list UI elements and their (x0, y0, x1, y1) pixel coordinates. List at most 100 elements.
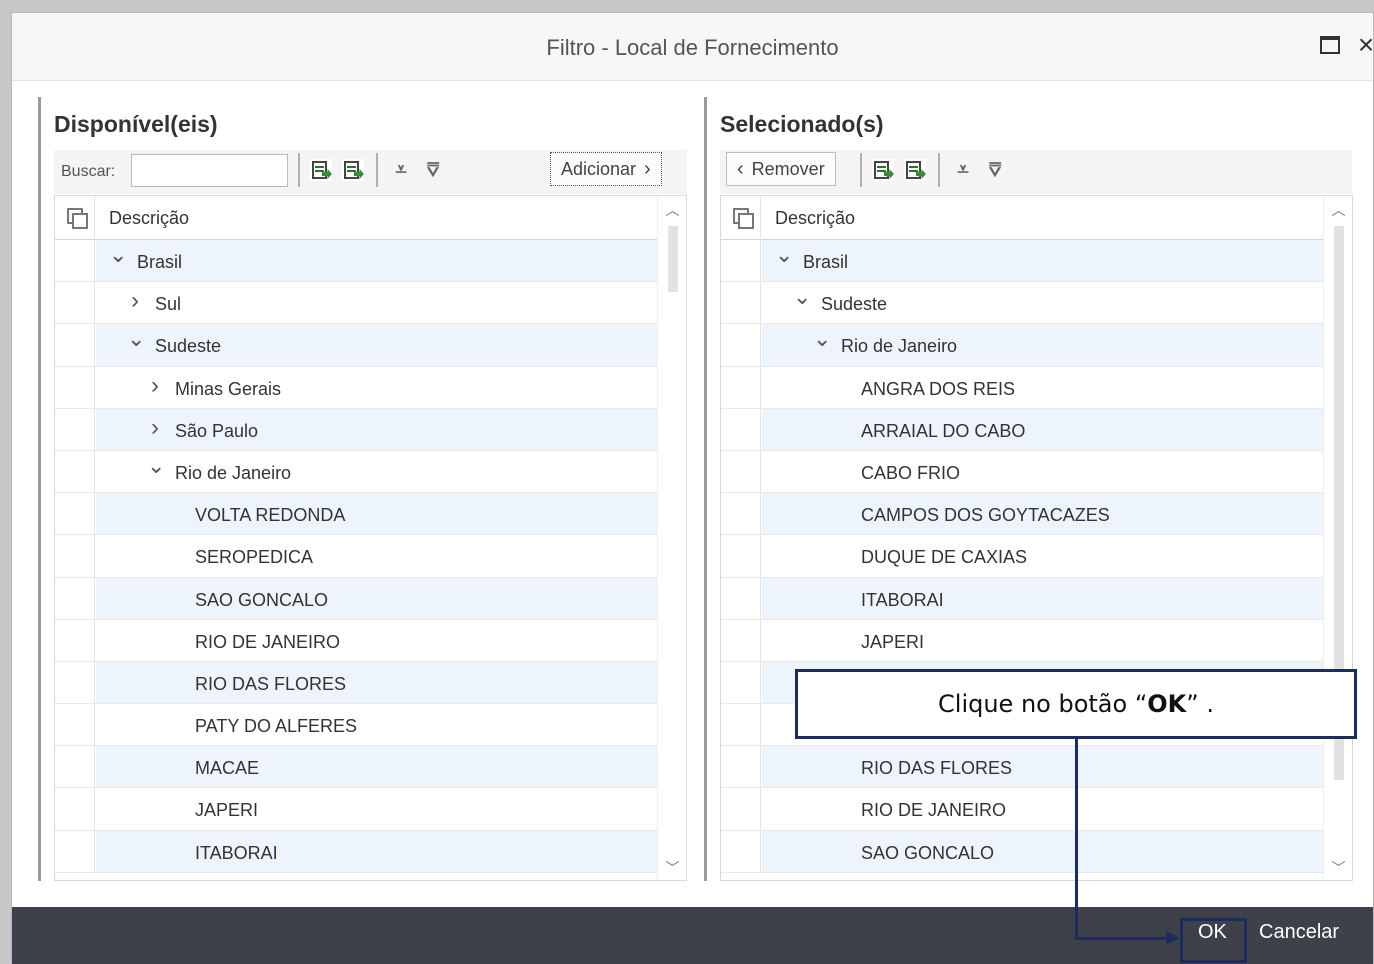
row-selector[interactable] (721, 240, 761, 282)
chevron-down-icon[interactable]: ⌄ (127, 326, 145, 352)
tree-row[interactable]: ITABORAI (55, 830, 657, 873)
export-icon[interactable] (872, 159, 894, 181)
row-selector[interactable] (721, 704, 761, 746)
description-cell[interactable] (762, 366, 1323, 408)
row-selector[interactable] (55, 535, 95, 577)
tree-row[interactable]: MACAE (55, 746, 657, 789)
row-selector[interactable] (55, 830, 95, 872)
description-cell[interactable] (762, 788, 1323, 830)
scroll-thumb[interactable] (668, 226, 678, 292)
description-cell[interactable] (96, 619, 657, 661)
chevron-down-icon[interactable]: ⌄ (147, 453, 165, 479)
description-cell[interactable] (762, 408, 1323, 450)
chevron-down-icon[interactable]: ⌄ (793, 284, 811, 310)
row-selector[interactable] (55, 493, 95, 535)
tree-row[interactable]: ⌄ Sudeste (55, 324, 657, 367)
row-selector[interactable] (55, 366, 95, 408)
tree-row[interactable]: ⌄ Rio de Janeiro (721, 324, 1323, 367)
cancel-button[interactable]: Cancelar (1259, 921, 1339, 944)
tree-row[interactable]: RIO DAS FLORES (721, 746, 1323, 789)
chevron-right-icon[interactable]: › (127, 287, 143, 315)
tree-row[interactable]: › Minas Gerais (55, 366, 657, 409)
expand-all-icon[interactable]: ⩡ (390, 159, 412, 181)
row-selector[interactable] (721, 282, 761, 324)
row-selector[interactable] (721, 788, 761, 830)
tree-row[interactable]: SAO GONCALO (55, 577, 657, 620)
row-selector[interactable] (55, 324, 95, 366)
tree-row[interactable]: CAMPOS DOS GOYTACAZES (721, 493, 1323, 536)
chevron-right-icon[interactable]: › (147, 414, 163, 442)
description-cell[interactable] (96, 746, 657, 788)
tree-row[interactable]: CABO FRIO (721, 450, 1323, 494)
tree-row[interactable]: VOLTA REDONDA (55, 493, 657, 536)
row-selector[interactable] (721, 408, 761, 450)
tree-row[interactable]: ⌄ Brasil (55, 240, 657, 283)
description-cell[interactable] (96, 830, 657, 872)
column-header-description[interactable]: Descrição (109, 208, 189, 229)
description-cell[interactable] (96, 704, 657, 746)
tree-row[interactable]: ARRAIAL DO CABO (721, 408, 1323, 451)
collapse-all-icon[interactable]: ⩢ (422, 159, 444, 181)
tree-row[interactable]: ⌄ Rio de Janeiro (55, 450, 657, 494)
row-selector[interactable] (55, 577, 95, 619)
scroll-up-icon[interactable]: ︿ (658, 200, 686, 220)
row-selector[interactable] (721, 830, 761, 872)
row-selector[interactable] (55, 619, 95, 661)
scroll-down-icon[interactable]: ﹀ (658, 858, 686, 878)
tree-row[interactable]: PATY DO ALFERES (55, 704, 657, 747)
tree-row[interactable]: RIO DE JANEIRO (721, 788, 1323, 831)
export-all-icon[interactable] (342, 159, 364, 181)
row-selector[interactable] (721, 493, 761, 535)
row-selector[interactable] (721, 366, 761, 408)
row-selector[interactable] (55, 282, 95, 324)
search-input[interactable] (131, 154, 288, 187)
row-selector[interactable] (721, 619, 761, 661)
selected-scrollbar[interactable]: ︿ ﹀ (1323, 196, 1352, 880)
row-selector[interactable] (55, 450, 95, 493)
tree-row[interactable]: › São Paulo (55, 408, 657, 451)
description-cell[interactable] (762, 450, 1323, 493)
tree-row[interactable]: ⌄ Sudeste (721, 282, 1323, 325)
scroll-up-icon[interactable]: ︿ (1324, 200, 1352, 220)
row-selector[interactable] (55, 788, 95, 830)
tree-row[interactable]: ⌄ Brasil (721, 240, 1323, 283)
collapse-all-icon[interactable]: ⩢ (984, 159, 1006, 181)
chevron-down-icon[interactable]: ⌄ (813, 326, 831, 352)
remove-button[interactable]: ‹ Remover (726, 152, 836, 186)
column-header-description[interactable]: Descrição (775, 208, 855, 229)
maximize-icon[interactable] (1317, 33, 1343, 59)
chevron-down-icon[interactable]: ⌄ (775, 242, 793, 268)
row-selector[interactable] (55, 746, 95, 788)
tree-row[interactable]: ITABORAI (721, 577, 1323, 620)
description-cell[interactable] (96, 577, 657, 619)
tree-row[interactable]: ANGRA DOS REIS (721, 366, 1323, 409)
description-cell[interactable] (762, 577, 1323, 619)
description-cell[interactable] (96, 535, 657, 577)
export-all-icon[interactable] (904, 159, 926, 181)
scroll-down-icon[interactable]: ﹀ (1324, 858, 1352, 878)
row-selector[interactable] (721, 661, 761, 704)
row-selector[interactable] (55, 661, 95, 704)
row-selector[interactable] (721, 535, 761, 577)
row-selector[interactable] (55, 240, 95, 282)
chevron-down-icon[interactable]: ⌄ (109, 242, 127, 268)
row-selector[interactable] (721, 450, 761, 493)
row-selector[interactable] (721, 577, 761, 619)
description-cell[interactable] (96, 788, 657, 830)
tree-row[interactable]: RIO DE JANEIRO (55, 619, 657, 662)
select-all-icon[interactable] (721, 196, 761, 240)
tree-row[interactable]: SAO GONCALO (721, 830, 1323, 873)
expand-all-icon[interactable]: ⩡ (952, 159, 974, 181)
chevron-right-icon[interactable]: › (147, 372, 163, 400)
export-icon[interactable] (310, 159, 332, 181)
tree-row[interactable]: DUQUE DE CAXIAS (721, 535, 1323, 578)
description-cell[interactable] (762, 746, 1323, 788)
add-button[interactable]: Adicionar › (550, 152, 662, 186)
tree-row[interactable]: RIO DAS FLORES (55, 661, 657, 705)
close-icon[interactable]: × (1353, 31, 1374, 59)
tree-row[interactable]: JAPERI (721, 619, 1323, 662)
description-cell[interactable] (762, 619, 1323, 661)
tree-row[interactable]: SEROPEDICA (55, 535, 657, 578)
description-cell[interactable] (762, 535, 1323, 577)
row-selector[interactable] (721, 746, 761, 788)
